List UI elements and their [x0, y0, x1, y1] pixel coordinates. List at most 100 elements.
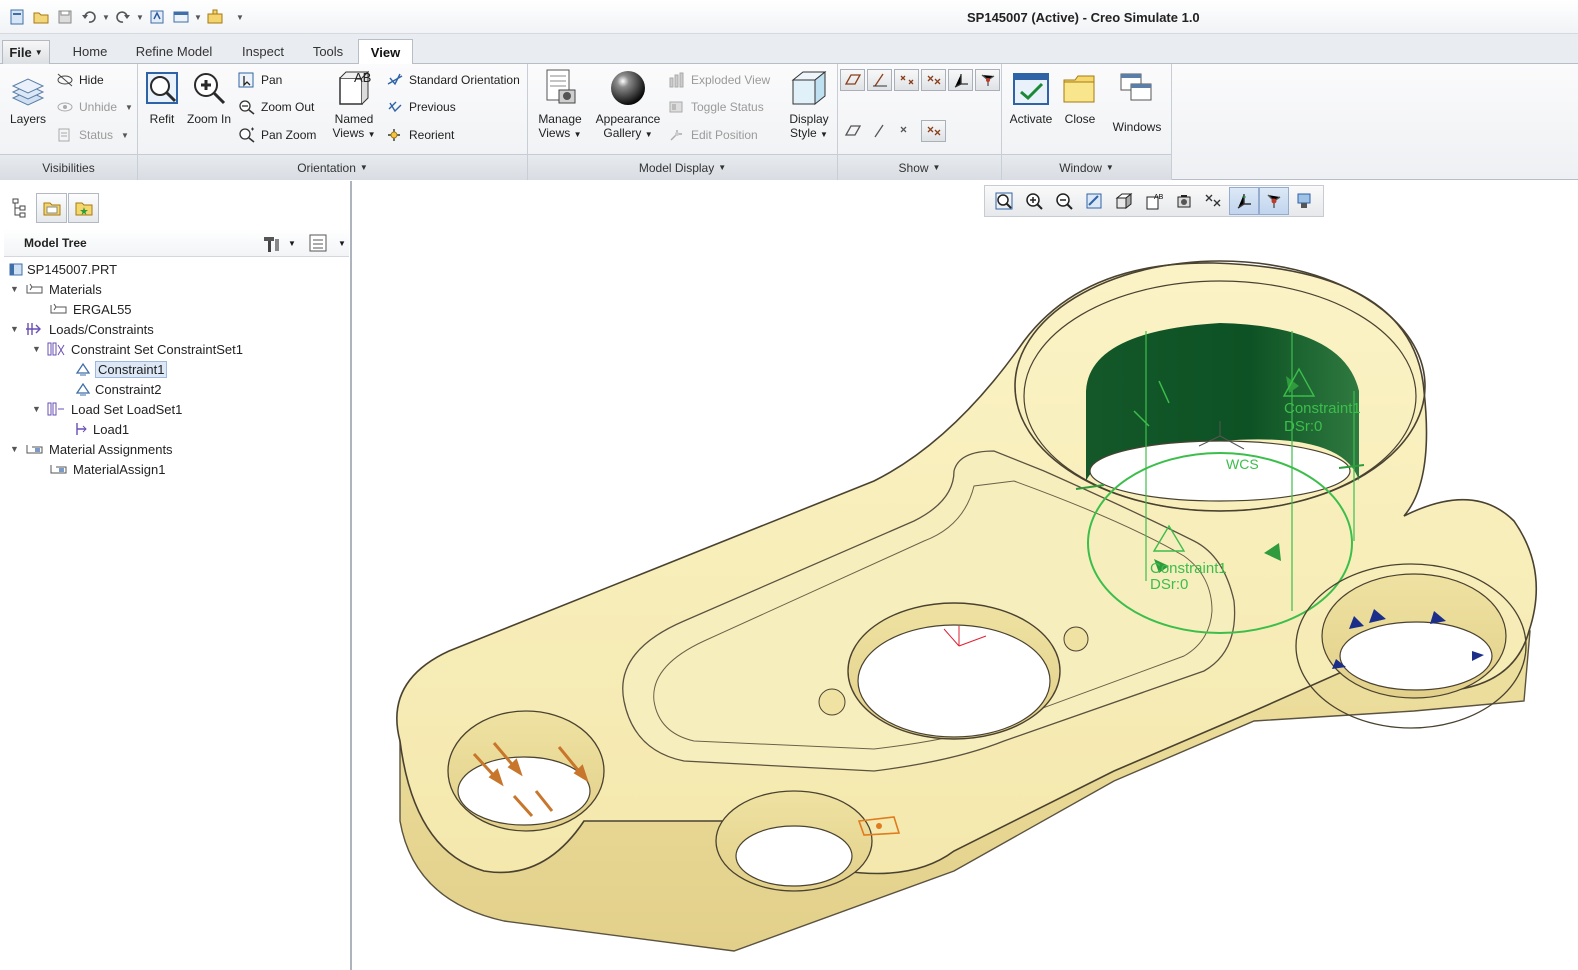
- point-tag-toggle[interactable]: [921, 69, 946, 91]
- group-label-orientation[interactable]: Orientation ▼: [138, 154, 527, 180]
- tree-item-materials[interactable]: ▼ Materials: [10, 279, 102, 299]
- toggle-status-icon: [669, 101, 683, 113]
- graphics-viewport[interactable]: AB Constraint1 DSr:0 Constraint1 DSr:0 W…: [354, 181, 1578, 970]
- tree-item-constraint2[interactable]: Constraint2: [74, 379, 161, 399]
- point-display-toggle[interactable]: [894, 69, 919, 91]
- tree-label-load-set: Load Set LoadSet1: [71, 401, 183, 417]
- expand-toggle-icon[interactable]: ▼: [32, 344, 44, 354]
- expand-toggle-icon[interactable]: ▼: [10, 444, 22, 454]
- tree-item-part[interactable]: SP145007.PRT: [8, 259, 117, 279]
- exploded-view-icon: [669, 72, 684, 88]
- layers-button[interactable]: Layers: [6, 74, 50, 126]
- group-label-window[interactable]: Window ▼: [1002, 154, 1171, 180]
- tab-inspect[interactable]: Inspect: [228, 39, 298, 64]
- model-tree-tab[interactable]: [4, 193, 35, 223]
- model-tree-title: Model Tree: [24, 236, 87, 250]
- named-views-label-1: Named: [334, 112, 374, 126]
- pan-button[interactable]: Pan: [238, 71, 282, 89]
- tree-label-ergal55: ERGAL55: [73, 301, 132, 317]
- axis-display-toggle[interactable]: [867, 69, 892, 91]
- appearance-gallery-button[interactable]: Appearance Gallery ▼: [592, 68, 664, 142]
- hide-button[interactable]: Hide: [56, 71, 104, 89]
- zoom-in-button[interactable]: Zoom In: [186, 70, 232, 126]
- tab-home[interactable]: Home: [60, 39, 120, 64]
- windows-label: Windows: [1112, 120, 1162, 134]
- axis-tag-toggle[interactable]: [867, 120, 892, 142]
- folder-browser-tab[interactable]: [36, 193, 67, 223]
- expand-toggle-icon[interactable]: ▼: [10, 324, 22, 334]
- customize-icon[interactable]: ▼: [236, 7, 244, 27]
- appearance-sphere-icon: [611, 71, 645, 105]
- appearance-label-2-row: Gallery ▼: [603, 126, 653, 140]
- tab-view[interactable]: View: [358, 39, 413, 65]
- group-label-model-display[interactable]: Model Display ▼: [528, 154, 837, 180]
- redo-icon[interactable]: [112, 7, 134, 27]
- tree-item-load1[interactable]: Load1: [72, 419, 129, 439]
- tree-item-constraint-set[interactable]: ▼ Constraint Set ConstraintSet1: [32, 339, 243, 359]
- open-icon[interactable]: [30, 7, 52, 27]
- layers-icon: [11, 78, 45, 106]
- constraint-icon: [75, 382, 91, 396]
- status-button[interactable]: Status ▼: [56, 126, 129, 144]
- show-options-button[interactable]: ▼: [308, 233, 346, 253]
- unhide-button[interactable]: Unhide ▼: [56, 98, 133, 116]
- reorient-button[interactable]: Reorient: [386, 126, 454, 144]
- undo-dropdown-icon[interactable]: ▼: [102, 7, 110, 27]
- expand-toggle-icon[interactable]: ▼: [10, 284, 22, 294]
- group-label-show[interactable]: Show ▼: [838, 154, 1001, 180]
- windows-button[interactable]: Windows: [1108, 70, 1166, 134]
- tree-item-materialassign1[interactable]: MaterialAssign1: [48, 459, 166, 479]
- zoom-out-button[interactable]: Zoom Out: [238, 98, 314, 116]
- new-icon[interactable]: [6, 7, 28, 27]
- windows-dropdown-icon[interactable]: ▼: [194, 7, 202, 27]
- tree-item-constraint1[interactable]: Constraint1: [74, 359, 168, 379]
- close-button[interactable]: Close: [1058, 70, 1102, 126]
- tab-refine-model[interactable]: Refine Model: [122, 39, 226, 64]
- display-style-button[interactable]: Display Style ▼: [784, 68, 834, 142]
- manage-views-label-2: Views: [538, 126, 571, 140]
- point-symbol-toggle[interactable]: [894, 120, 919, 142]
- tab-file[interactable]: File ▼: [2, 40, 50, 65]
- load-marker-dot: [876, 823, 882, 829]
- tree-item-ergal55[interactable]: ERGAL55: [48, 299, 132, 319]
- pan-zoom-button[interactable]: Pan Zoom: [238, 126, 316, 144]
- close-window-icon[interactable]: [204, 7, 226, 27]
- tree-item-material-assignments[interactable]: ▼ Material Assignments: [10, 439, 173, 459]
- redo-dropdown-icon[interactable]: ▼: [136, 7, 144, 27]
- windows-icon[interactable]: [170, 7, 192, 27]
- plane-display-toggle[interactable]: [840, 69, 865, 91]
- plane-tag-toggle[interactable]: [840, 120, 865, 142]
- exploded-view-button[interactable]: Exploded View: [668, 71, 770, 89]
- material-assignment-icon: [26, 445, 43, 454]
- tree-settings-button[interactable]: ▼: [260, 233, 296, 253]
- part-icon: [9, 263, 23, 276]
- csys-display-toggle[interactable]: [948, 69, 973, 91]
- ribbon: Layers Hide Unhide ▼ Status ▼ Visibilities…: [0, 64, 1578, 180]
- tab-tools[interactable]: Tools: [300, 39, 356, 64]
- edit-position-label: Edit Position: [691, 128, 758, 142]
- tree-item-loads-constraints[interactable]: ▼ Loads/Constraints: [10, 319, 154, 339]
- spin-center-toggle[interactable]: [975, 69, 1000, 91]
- undo-icon[interactable]: [78, 7, 100, 27]
- named-views-label-2: Views: [332, 126, 365, 140]
- tree-item-load-set[interactable]: ▼ Load Set LoadSet1: [32, 399, 182, 419]
- constraint1-label-upper: Constraint1: [1284, 400, 1361, 417]
- activate-button[interactable]: Activate: [1006, 70, 1056, 126]
- toggle-status-button[interactable]: Toggle Status: [668, 98, 764, 116]
- regenerate-icon[interactable]: [146, 7, 168, 27]
- manage-views-button[interactable]: Manage Views ▼: [534, 68, 586, 142]
- previous-button[interactable]: Previous: [386, 98, 456, 116]
- hide-icon: [57, 73, 73, 87]
- named-views-button[interactable]: AB Named Views ▼: [328, 68, 380, 142]
- display-style-label-2: Style: [790, 126, 817, 140]
- part-model-graphic[interactable]: Constraint1 DSr:0 Constraint1 DSr:0 WCS: [354, 181, 1578, 970]
- save-icon[interactable]: [54, 7, 76, 27]
- manage-views-icon: [546, 69, 576, 104]
- point-label-toggle[interactable]: [921, 120, 946, 142]
- expand-toggle-icon[interactable]: ▼: [32, 404, 44, 414]
- favorites-tab[interactable]: [68, 193, 99, 223]
- unhide-icon: [57, 102, 73, 112]
- refit-button[interactable]: Refit: [142, 70, 182, 126]
- standard-orientation-button[interactable]: Standard Orientation: [386, 71, 520, 89]
- edit-position-button[interactable]: Edit Position: [668, 126, 758, 144]
